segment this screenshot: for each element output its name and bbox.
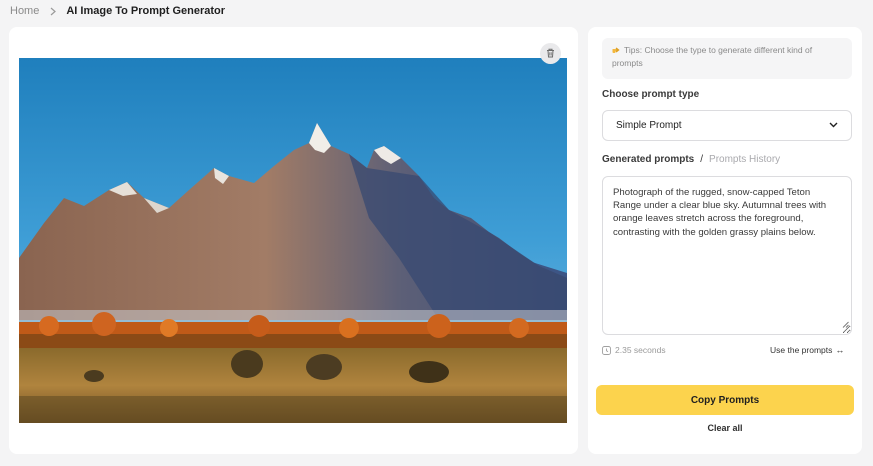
copy-prompts-button[interactable]: Copy Prompts: [596, 385, 854, 415]
page-title: AI Image To Prompt Generator: [66, 5, 226, 17]
resize-handle-icon[interactable]: [842, 319, 849, 332]
arrow-icon: ↔: [835, 345, 845, 355]
chevron-right-icon: [50, 7, 57, 16]
generated-prompt-text: Photograph of the rugged, snow-capped Te…: [613, 187, 827, 238]
use-prompts-label: Use the prompts: [770, 345, 833, 355]
generation-time: 2.35 seconds: [602, 345, 666, 355]
prompt-type-label: Choose prompt type: [602, 89, 700, 100]
breadcrumb-home-link[interactable]: Home: [10, 5, 39, 17]
clear-all-button[interactable]: Clear all: [596, 423, 854, 433]
tips-box: Tips: Choose the type to generate differ…: [602, 38, 852, 79]
timer-icon: [602, 345, 611, 355]
prompt-tabs: Generated prompts / Prompts History: [602, 154, 780, 165]
prompt-type-value: Simple Prompt: [616, 120, 682, 131]
delete-image-button[interactable]: [540, 43, 561, 64]
tab-divider: /: [700, 154, 704, 165]
generated-prompt-textarea[interactable]: Photograph of the rugged, snow-capped Te…: [602, 176, 852, 335]
prompt-type-select[interactable]: Simple Prompt: [602, 110, 852, 141]
tab-generated-prompts[interactable]: Generated prompts: [602, 154, 694, 165]
tab-prompts-history[interactable]: Prompts History: [709, 154, 780, 165]
uploaded-image: [19, 58, 567, 423]
use-prompts-link[interactable]: Use the prompts ↔: [770, 345, 844, 355]
generation-time-value: 2.35 seconds: [615, 345, 666, 355]
chevron-down-icon: [829, 120, 838, 131]
tips-text: Tips: Choose the type to generate differ…: [612, 45, 813, 68]
trash-icon: [546, 45, 555, 63]
breadcrumb: Home AI Image To Prompt Generator: [10, 4, 225, 18]
pointing-hand-icon: [612, 45, 622, 57]
